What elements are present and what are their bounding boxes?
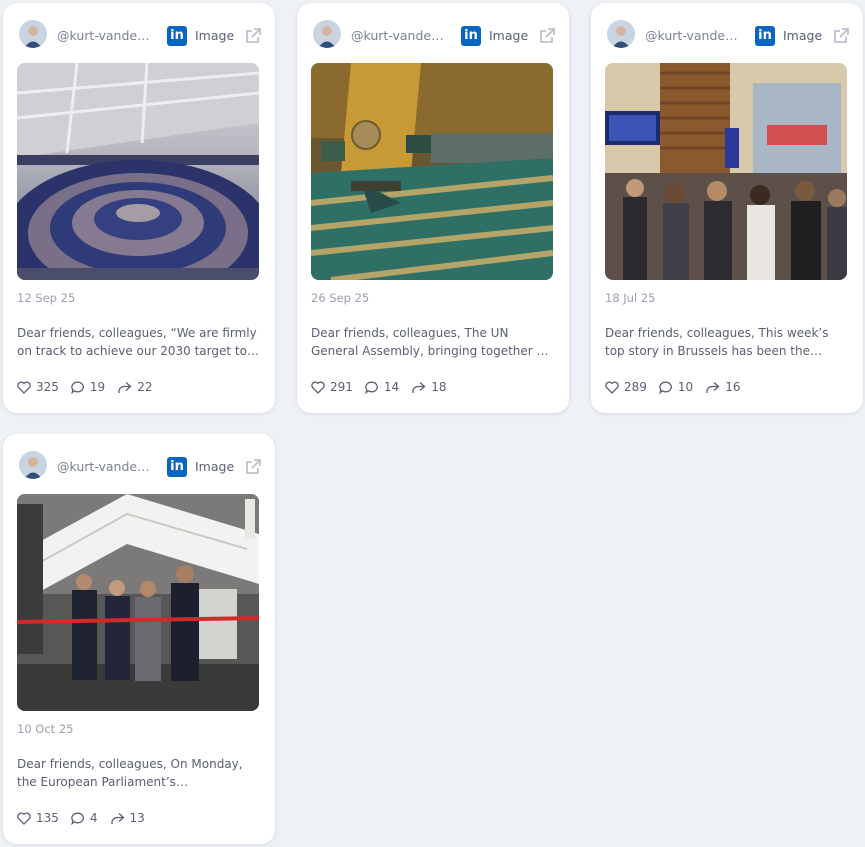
avatar[interactable] xyxy=(19,451,47,479)
source-label: Image xyxy=(195,28,235,43)
shares-count: 22 xyxy=(137,380,153,394)
post-image[interactable] xyxy=(17,494,259,711)
comments-count: 10 xyxy=(677,380,694,394)
external-link-icon[interactable] xyxy=(243,26,263,46)
external-link-icon[interactable] xyxy=(537,26,557,46)
linkedin-icon: in xyxy=(167,457,187,477)
author-handle[interactable]: @kurt-vande… xyxy=(645,28,738,43)
likes-stat[interactable]: 325 xyxy=(17,380,59,394)
author-handle[interactable]: @kurt-vande… xyxy=(351,28,444,43)
heart-icon xyxy=(17,811,31,825)
heart-icon xyxy=(17,380,31,394)
likes-stat[interactable]: 135 xyxy=(17,811,59,825)
post-date: 10 Oct 25 xyxy=(17,722,74,736)
comment-icon xyxy=(71,812,84,825)
external-link-icon[interactable] xyxy=(243,457,263,477)
avatar[interactable] xyxy=(313,20,341,48)
likes-count: 135 xyxy=(36,811,59,825)
post-header: @kurt-vande… in Image xyxy=(17,18,261,54)
comments-stat[interactable]: 4 xyxy=(71,811,98,825)
source-label: Image xyxy=(783,28,823,43)
shares-stat[interactable]: 22 xyxy=(117,380,152,394)
likes-count: 289 xyxy=(624,380,647,394)
source-label: Image xyxy=(489,28,529,43)
post-text[interactable]: Dear friends, colleagues, On Monday, the… xyxy=(17,755,259,791)
source-label: Image xyxy=(195,459,235,474)
share-icon xyxy=(412,381,426,393)
post-card[interactable]: @kurt-vande… in Image 12 Sep 25 Dear fri… xyxy=(3,3,275,413)
post-header: @kurt-vande… in Image xyxy=(17,449,261,485)
external-link-icon[interactable] xyxy=(831,26,851,46)
shares-count: 18 xyxy=(431,380,447,394)
comments-stat[interactable]: 10 xyxy=(659,380,693,394)
post-card[interactable]: @kurt-vande… in Image 18 Jul 25 Dear fri… xyxy=(591,3,863,413)
post-image[interactable] xyxy=(605,63,847,280)
share-icon xyxy=(706,381,720,393)
likes-stat[interactable]: 291 xyxy=(311,380,353,394)
shares-count: 16 xyxy=(725,380,741,394)
likes-stat[interactable]: 289 xyxy=(605,380,647,394)
post-stats: 135 4 13 xyxy=(17,810,157,826)
post-card[interactable]: @kurt-vande… in Image 26 Sep 25 Dear fri… xyxy=(297,3,569,413)
comments-count: 19 xyxy=(89,380,106,394)
post-date: 26 Sep 25 xyxy=(311,291,370,305)
comment-icon xyxy=(71,381,84,394)
post-text[interactable]: Dear friends, colleagues, This week’s to… xyxy=(605,324,847,360)
likes-count: 325 xyxy=(36,380,59,394)
shares-stat[interactable]: 16 xyxy=(705,380,740,394)
shares-stat[interactable]: 18 xyxy=(411,380,446,394)
post-date: 18 Jul 25 xyxy=(605,291,656,305)
post-card[interactable]: @kurt-vande… in Image 10 Oct 25 Dear fri… xyxy=(3,434,275,844)
post-stats: 289 10 16 xyxy=(605,379,752,395)
post-stats: 291 14 18 xyxy=(311,379,458,395)
avatar[interactable] xyxy=(607,20,635,48)
author-handle[interactable]: @kurt-vande… xyxy=(57,28,150,43)
post-image[interactable] xyxy=(17,63,259,280)
comments-count: 14 xyxy=(383,380,400,394)
comments-stat[interactable]: 19 xyxy=(71,380,105,394)
likes-count: 291 xyxy=(330,380,353,394)
post-stats: 325 19 22 xyxy=(17,379,164,395)
post-header: @kurt-vande… in Image xyxy=(605,18,849,54)
linkedin-icon: in xyxy=(167,26,187,46)
post-date: 12 Sep 25 xyxy=(17,291,76,305)
post-text[interactable]: Dear friends, colleagues, “We are firmly… xyxy=(17,324,259,360)
comments-count: 4 xyxy=(89,811,98,825)
author-handle[interactable]: @kurt-vande… xyxy=(57,459,150,474)
post-text[interactable]: Dear friends, colleagues, The UN General… xyxy=(311,324,553,360)
comment-icon xyxy=(659,381,672,394)
shares-count: 13 xyxy=(129,811,145,825)
comment-icon xyxy=(365,381,378,394)
share-icon xyxy=(118,381,132,393)
comments-stat[interactable]: 14 xyxy=(365,380,399,394)
post-image[interactable] xyxy=(311,63,553,280)
avatar[interactable] xyxy=(19,20,47,48)
heart-icon xyxy=(605,380,619,394)
shares-stat[interactable]: 13 xyxy=(110,811,145,825)
heart-icon xyxy=(311,380,325,394)
linkedin-icon: in xyxy=(461,26,481,46)
post-header: @kurt-vande… in Image xyxy=(311,18,555,54)
share-icon xyxy=(110,812,125,824)
linkedin-icon: in xyxy=(755,26,775,46)
